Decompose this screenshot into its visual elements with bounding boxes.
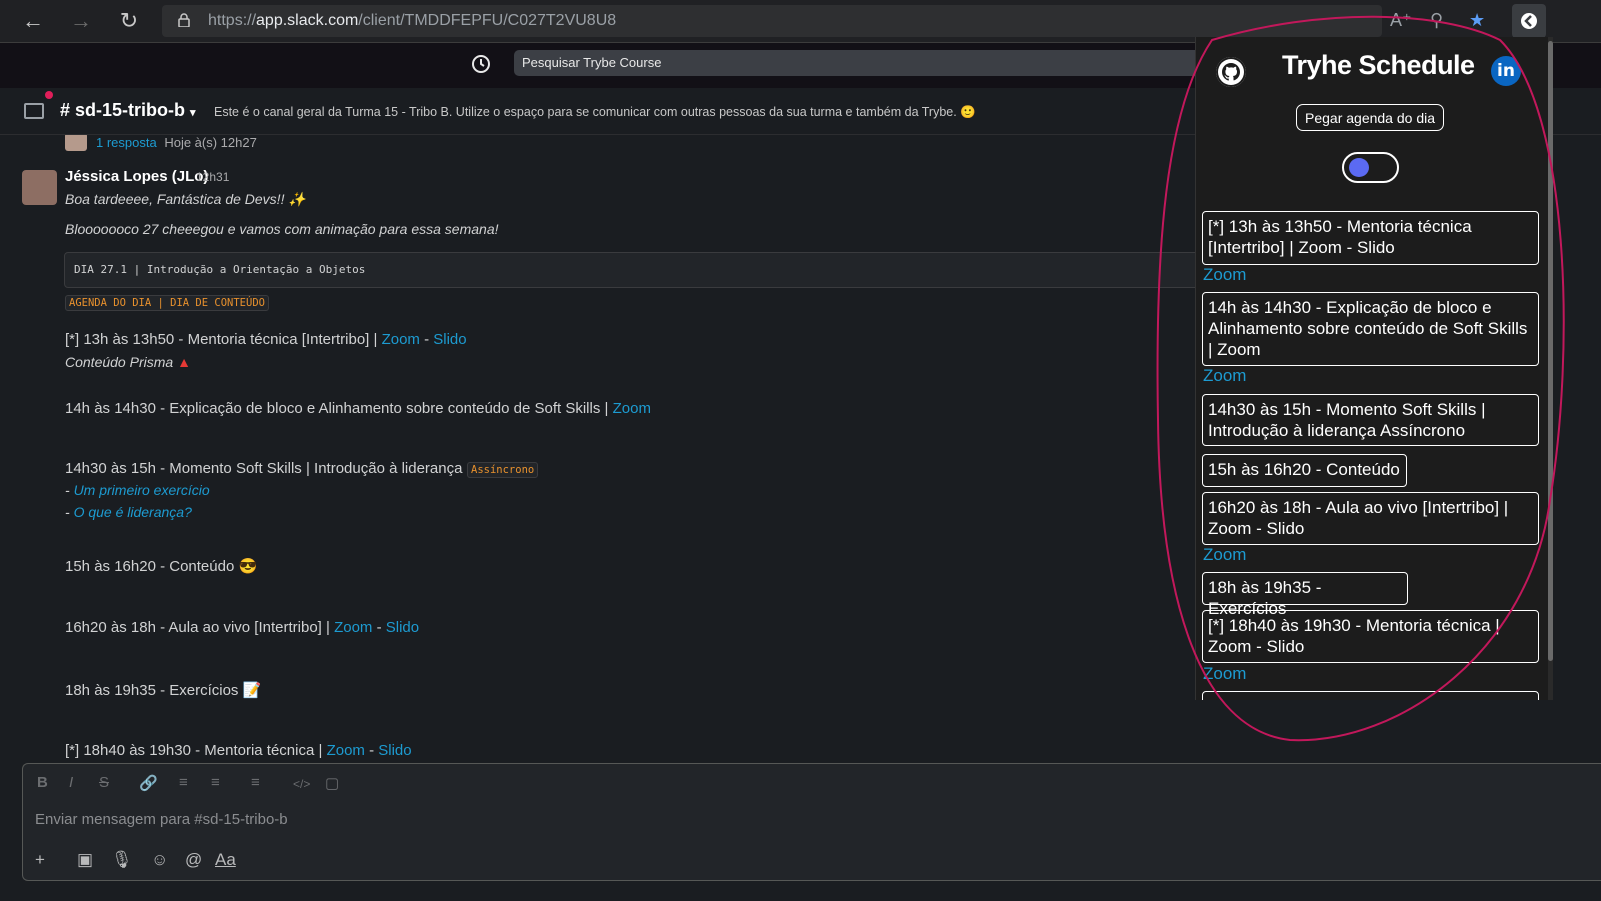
italic-icon[interactable]: I (69, 774, 73, 791)
schedule-item-6: 18h às 19h35 - Exercícios 📝 (65, 682, 262, 699)
schedule-item-7: [*] 18h40 às 19h30 - Mentoria técnica | … (65, 742, 412, 759)
link-what-is-leadership[interactable]: - O que é liderança? (65, 504, 192, 520)
popup-title: Tryhe Schedule (1282, 50, 1475, 80)
zoom-out-icon[interactable]: ⚲ (1430, 10, 1443, 31)
forward-icon[interactable]: → (68, 8, 94, 34)
sidebar-toggle-icon[interactable] (24, 103, 44, 119)
schedule-item-4: 15h às 16h20 - Conteúdo 😎 (65, 558, 258, 575)
popup-entry-5: 16h20 às 18h - Aula ao vivo [Intertribo]… (1202, 492, 1539, 545)
get-agenda-button[interactable]: Pegar agenda do dia (1296, 104, 1444, 131)
plus-icon[interactable]: + (35, 850, 45, 870)
url-text: https://app.slack.com/client/TMDDFEPFU/C… (208, 12, 617, 29)
favorite-star-icon[interactable]: ★ (1469, 10, 1485, 31)
popup-entry-4: 15h às 16h20 - Conteúdo (1202, 454, 1407, 487)
emoji-icon[interactable]: ☺ (151, 850, 168, 870)
popup-entry-3: 14h30 às 15h - Momento Soft Skills | Int… (1202, 394, 1539, 446)
channel-description: Este é o canal geral da Turma 15 - Tribo… (214, 105, 976, 119)
schedule-item-2: 14h às 14h30 - Explicação de bloco e Ali… (65, 400, 651, 417)
reload-icon[interactable]: ↻ (116, 8, 142, 34)
extension-popup: Tryhe Schedule in Pegar agenda do dia [*… (1195, 37, 1551, 700)
popup-entry-1: [*] 13h às 13h50 - Mentoria técnica [Int… (1202, 211, 1539, 265)
toggle-knob (1349, 158, 1369, 177)
notification-dot (45, 91, 53, 99)
extension-icon[interactable] (1512, 4, 1546, 38)
linkedin-icon[interactable]: in (1491, 56, 1521, 86)
thread-replies-link: 1 resposta Hoje à(s) 12h27 (96, 135, 257, 150)
channel-name[interactable]: # sd-15-tribo-b ▾ (60, 100, 196, 121)
link-first-exercise[interactable]: - Um primeiro exercício (65, 482, 210, 498)
message-line-2: Blooooooco 27 cheeegou e vamos com anima… (65, 221, 499, 237)
back-icon[interactable]: ← (20, 8, 46, 34)
prisma-note: Conteúdo Prisma ▲ (65, 354, 191, 370)
message-composer[interactable]: B I S 🔗 ≡ ≡ ≡ </> ▢ Enviar mensagem para… (22, 763, 1601, 881)
popup-zoom-link-5[interactable]: Zoom (1203, 545, 1246, 565)
schedule-item-5: 16h20 às 18h - Aula ao vivo [Intertribo]… (65, 619, 420, 636)
popup-zoom-link-2[interactable]: Zoom (1203, 366, 1246, 386)
search-bar[interactable]: Pesquisar Trybe Course (514, 50, 1214, 76)
scrollbar-thumb[interactable] (1548, 41, 1553, 661)
async-badge: Assíncrono (467, 462, 539, 478)
address-bar[interactable]: https://app.slack.com/client/TMDDFEPFU/C… (162, 5, 1382, 37)
popup-zoom-link-1[interactable]: Zoom (1203, 265, 1246, 285)
video-icon[interactable]: ▣ (77, 850, 93, 870)
blockquote-icon[interactable]: ≡ (251, 774, 260, 791)
avatar[interactable] (22, 170, 57, 205)
agenda-badge: AGENDA DO DIA | DIA DE CONTEÚDO (65, 295, 269, 311)
bold-icon[interactable]: B (37, 774, 48, 791)
schedule-item-3: 14h30 às 15h - Momento Soft Skills | Int… (65, 460, 463, 477)
popup-entry-6: 18h às 19h35 - Exercícios (1202, 572, 1408, 618)
schedule-item-1: [*] 13h às 13h50 - Mentoria técnica [Int… (65, 331, 467, 348)
message-time[interactable]: 12h31 (196, 170, 229, 184)
history-icon[interactable] (470, 53, 492, 75)
popup-entry-2: 14h às 14h30 - Explicação de bloco e Ali… (1202, 292, 1539, 366)
composer-input[interactable]: Enviar mensagem para #sd-15-tribo-b (35, 811, 288, 828)
github-icon[interactable] (1216, 57, 1246, 87)
read-aloud-icon[interactable]: A⁺ (1390, 10, 1412, 31)
popup-zoom-link-7[interactable]: Zoom (1203, 664, 1246, 684)
link-icon[interactable]: 🔗 (139, 774, 158, 792)
theme-toggle[interactable] (1342, 152, 1399, 183)
bullet-list-icon[interactable]: ≡ (211, 774, 220, 791)
popup-scrollbar[interactable] (1548, 37, 1553, 700)
popup-entry-8-partial (1202, 691, 1539, 700)
lock-icon (178, 13, 190, 27)
code-block-icon[interactable]: ▢ (325, 774, 339, 792)
ordered-list-icon[interactable]: ≡ (179, 774, 188, 791)
code-icon[interactable]: </> (293, 777, 310, 791)
mention-icon[interactable]: @ (185, 850, 202, 870)
message-line-1: Boa tardeeee, Fantástica de Devs!! ✨ (65, 191, 306, 207)
popup-entry-7: [*] 18h40 às 19h30 - Mentoria técnica | … (1202, 610, 1539, 663)
strikethrough-icon[interactable]: S (99, 774, 109, 791)
message-author[interactable]: Jéssica Lopes (JLo) (65, 168, 208, 185)
formatting-toggle[interactable]: Aa (215, 850, 236, 870)
code-block: DIA 27.1 | Introdução a Orientação a Obj… (64, 252, 1206, 288)
reply-avatar (65, 135, 87, 151)
microphone-icon[interactable]: 🎙 (111, 850, 133, 870)
